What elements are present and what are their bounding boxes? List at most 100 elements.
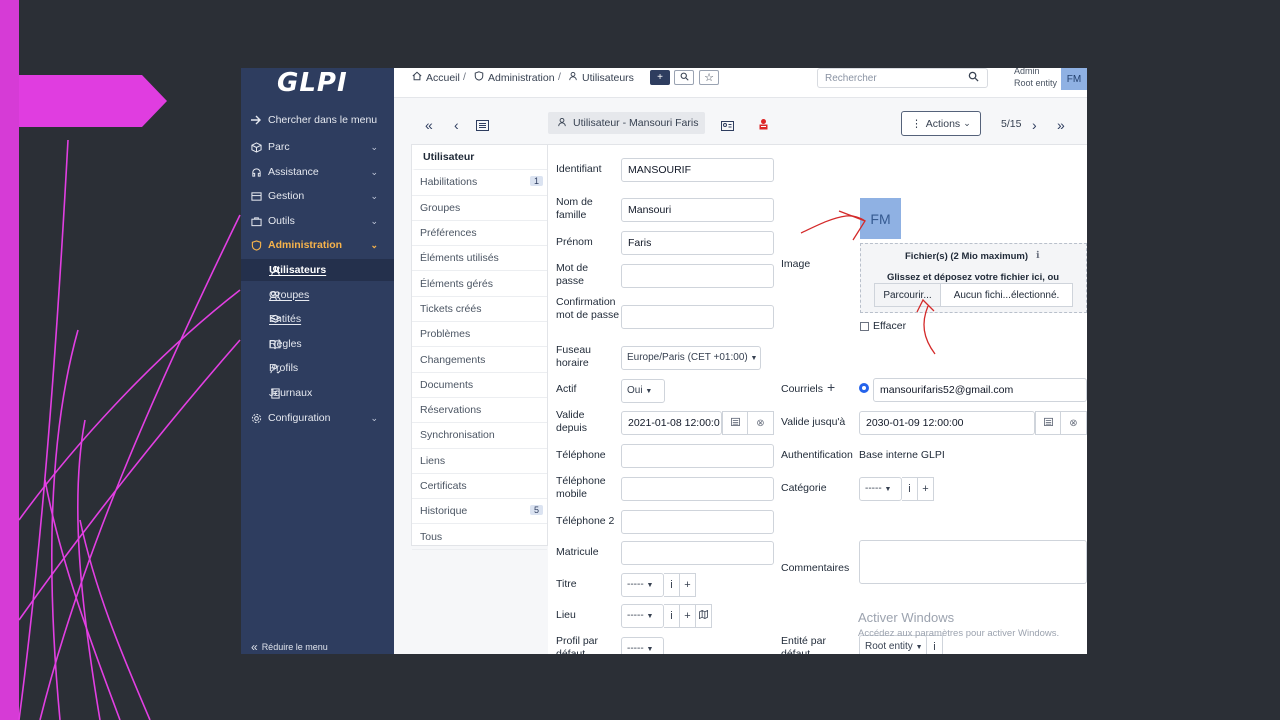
delete-user-icon[interactable] — [758, 117, 769, 133]
magenta-curves — [18, 139, 241, 720]
password-field[interactable] — [621, 264, 774, 288]
sidebar-item-assistance[interactable]: Assistance ⌄ — [241, 161, 394, 183]
sidebar-item-administration[interactable]: Administration ⌄ — [241, 234, 394, 256]
categorie-add-button[interactable]: + — [918, 477, 934, 501]
telephone-field[interactable] — [621, 444, 774, 468]
timezone-value: Europe/Paris (CET +01:00) — [627, 352, 748, 363]
entite-label: Entité par défaut — [781, 635, 826, 654]
lieu-select[interactable]: ----- ▼ — [621, 604, 664, 628]
lieu-info-button[interactable]: i — [664, 604, 680, 628]
tab-elements-geres[interactable]: Éléments gérés — [412, 271, 547, 297]
prenom-field[interactable]: Faris — [621, 231, 774, 255]
avatar[interactable]: FM — [1061, 68, 1087, 90]
previous-record-icon[interactable]: ‹ — [454, 117, 459, 133]
titre-select[interactable]: ----- ▼ — [621, 573, 664, 597]
chevron-down-icon: ⌄ — [963, 118, 971, 128]
breadcrumb-utilisateurs[interactable]: Utilisateurs — [568, 71, 634, 84]
search-list-button[interactable] — [674, 70, 694, 85]
categorie-select[interactable]: ----- ▼ — [859, 477, 902, 501]
sidebar-item-parc[interactable]: Parc ⌄ — [241, 136, 394, 158]
identifiant-field[interactable]: MANSOURIF — [621, 158, 774, 182]
telephone-mobile-field[interactable] — [621, 477, 774, 501]
star-icon: ☆ — [704, 72, 714, 84]
tab-tous[interactable]: Tous — [412, 524, 547, 550]
id-card-icon[interactable] — [721, 118, 734, 134]
default-email-radio[interactable] — [859, 383, 869, 393]
categorie-info-button[interactable]: i — [902, 477, 918, 501]
double-chevron-left-icon: « — [251, 640, 258, 654]
valide-depuis-field[interactable]: 2021-01-08 12:00:0 — [621, 411, 722, 435]
password-confirm-field[interactable] — [621, 305, 774, 329]
sidebar-subitem-profils[interactable]: Profils — [241, 357, 394, 379]
timezone-select[interactable]: Europe/Paris (CET +01:00) ▼ — [621, 346, 761, 370]
effacer-label: Effacer — [873, 320, 907, 332]
tab-elements-utilises[interactable]: Éléments utilisés — [412, 246, 547, 272]
profil-select[interactable]: ----- ▼ — [621, 637, 664, 654]
sidebar-item-configuration[interactable]: Configuration ⌄ — [241, 407, 394, 429]
lieu-add-button[interactable]: + — [680, 604, 696, 628]
collapse-menu-button[interactable]: « Réduire le menu — [251, 640, 328, 654]
actions-button[interactable]: ⋮ Actions ⌄ — [901, 111, 981, 136]
tab-problemes[interactable]: Problèmes — [412, 322, 547, 348]
tab-utilisateur[interactable]: Utilisateur — [412, 145, 547, 171]
browse-button[interactable]: Parcourir... — [875, 284, 941, 306]
clear-date-button[interactable]: ⊗ — [748, 411, 774, 435]
global-search-input[interactable]: Rechercher — [817, 68, 988, 88]
user-menu[interactable]: Admin Root entity — [1014, 68, 1057, 89]
email-field[interactable]: mansourifaris52@gmail.com — [873, 378, 1087, 402]
clear-date-button[interactable]: ⊗ — [1061, 411, 1087, 435]
commentaires-textarea[interactable] — [859, 540, 1087, 584]
sidebar-subitem-regles[interactable]: Règles — [241, 333, 394, 355]
tab-changements[interactable]: Changements — [412, 347, 547, 373]
add-button[interactable]: + — [650, 70, 670, 85]
sidebar-item-gestion[interactable]: Gestion ⌄ — [241, 185, 394, 207]
lieu-map-button[interactable] — [696, 604, 712, 628]
breadcrumb-accueil[interactable]: Accueil — [412, 71, 460, 84]
plus-icon: + — [657, 72, 663, 83]
tab-label: Éléments utilisés — [420, 252, 499, 265]
sidebar-subitem-journaux[interactable]: Journaux — [241, 382, 394, 404]
caret-down-icon: ▼ — [750, 355, 758, 362]
bookmark-button[interactable]: ☆ — [699, 70, 719, 85]
sidebar-subitem-entites[interactable]: Entités — [241, 308, 394, 330]
breadcrumb-administration[interactable]: Administration — [474, 71, 555, 84]
sidebar-search[interactable]: Chercher dans le menu — [241, 109, 394, 131]
calendar-button[interactable] — [722, 411, 748, 435]
search-icon — [680, 72, 689, 84]
tab-certificats[interactable]: Certificats — [412, 474, 547, 500]
prenom-label: Prénom — [556, 236, 593, 248]
tab-preferences[interactable]: Préférences — [412, 221, 547, 247]
next-record-icon[interactable]: › — [1032, 117, 1037, 133]
tab-tickets-crees[interactable]: Tickets créés — [412, 297, 547, 323]
tab-documents[interactable]: Documents — [412, 373, 547, 398]
last-record-icon[interactable]: » — [1057, 117, 1065, 133]
tab-count-badge: 1 — [529, 176, 543, 187]
list-icon[interactable] — [476, 118, 489, 134]
actif-select[interactable]: Oui ▼ — [621, 379, 665, 403]
identifiant-label: Identifiant — [556, 163, 602, 175]
sidebar: GLPI Chercher dans le menu Parc ⌄ Assist… — [241, 68, 394, 654]
sidebar-subitem-groupes[interactable]: Groupes — [241, 284, 394, 306]
tab-groupes[interactable]: Groupes — [412, 196, 547, 221]
tab-liens[interactable]: Liens — [412, 449, 547, 474]
titre-info-button[interactable]: i — [664, 573, 680, 597]
glpi-logo[interactable]: GLPI — [277, 68, 357, 98]
sidebar-item-outils[interactable]: Outils ⌄ — [241, 210, 394, 232]
tab-synchronisation[interactable]: Synchronisation — [412, 423, 547, 449]
sidebar-subitem-utilisateurs[interactable]: Utilisateurs — [241, 259, 394, 281]
calendar-button[interactable] — [1035, 411, 1061, 435]
effacer-checkbox[interactable] — [860, 322, 869, 331]
sidebar-item-label: Administration — [268, 239, 343, 251]
tab-habilitations[interactable]: Habilitations 1 — [412, 170, 547, 196]
matricule-field[interactable] — [621, 541, 774, 565]
telephone2-field[interactable] — [621, 510, 774, 534]
valide-jusqua-label: Valide jusqu'à — [781, 416, 846, 428]
tab-reservations[interactable]: Réservations — [412, 398, 547, 424]
file-browse-control[interactable]: Parcourir... Aucun fichi...électionné. — [874, 283, 1073, 307]
first-record-icon[interactable]: « — [425, 117, 433, 133]
titre-add-button[interactable]: + — [680, 573, 696, 597]
nom-field[interactable]: Mansouri — [621, 198, 774, 222]
add-email-button[interactable]: + — [827, 379, 835, 395]
valide-jusqua-field[interactable]: 2030-01-09 12:00:00 — [859, 411, 1035, 435]
tab-historique[interactable]: Historique 5 — [412, 499, 547, 525]
